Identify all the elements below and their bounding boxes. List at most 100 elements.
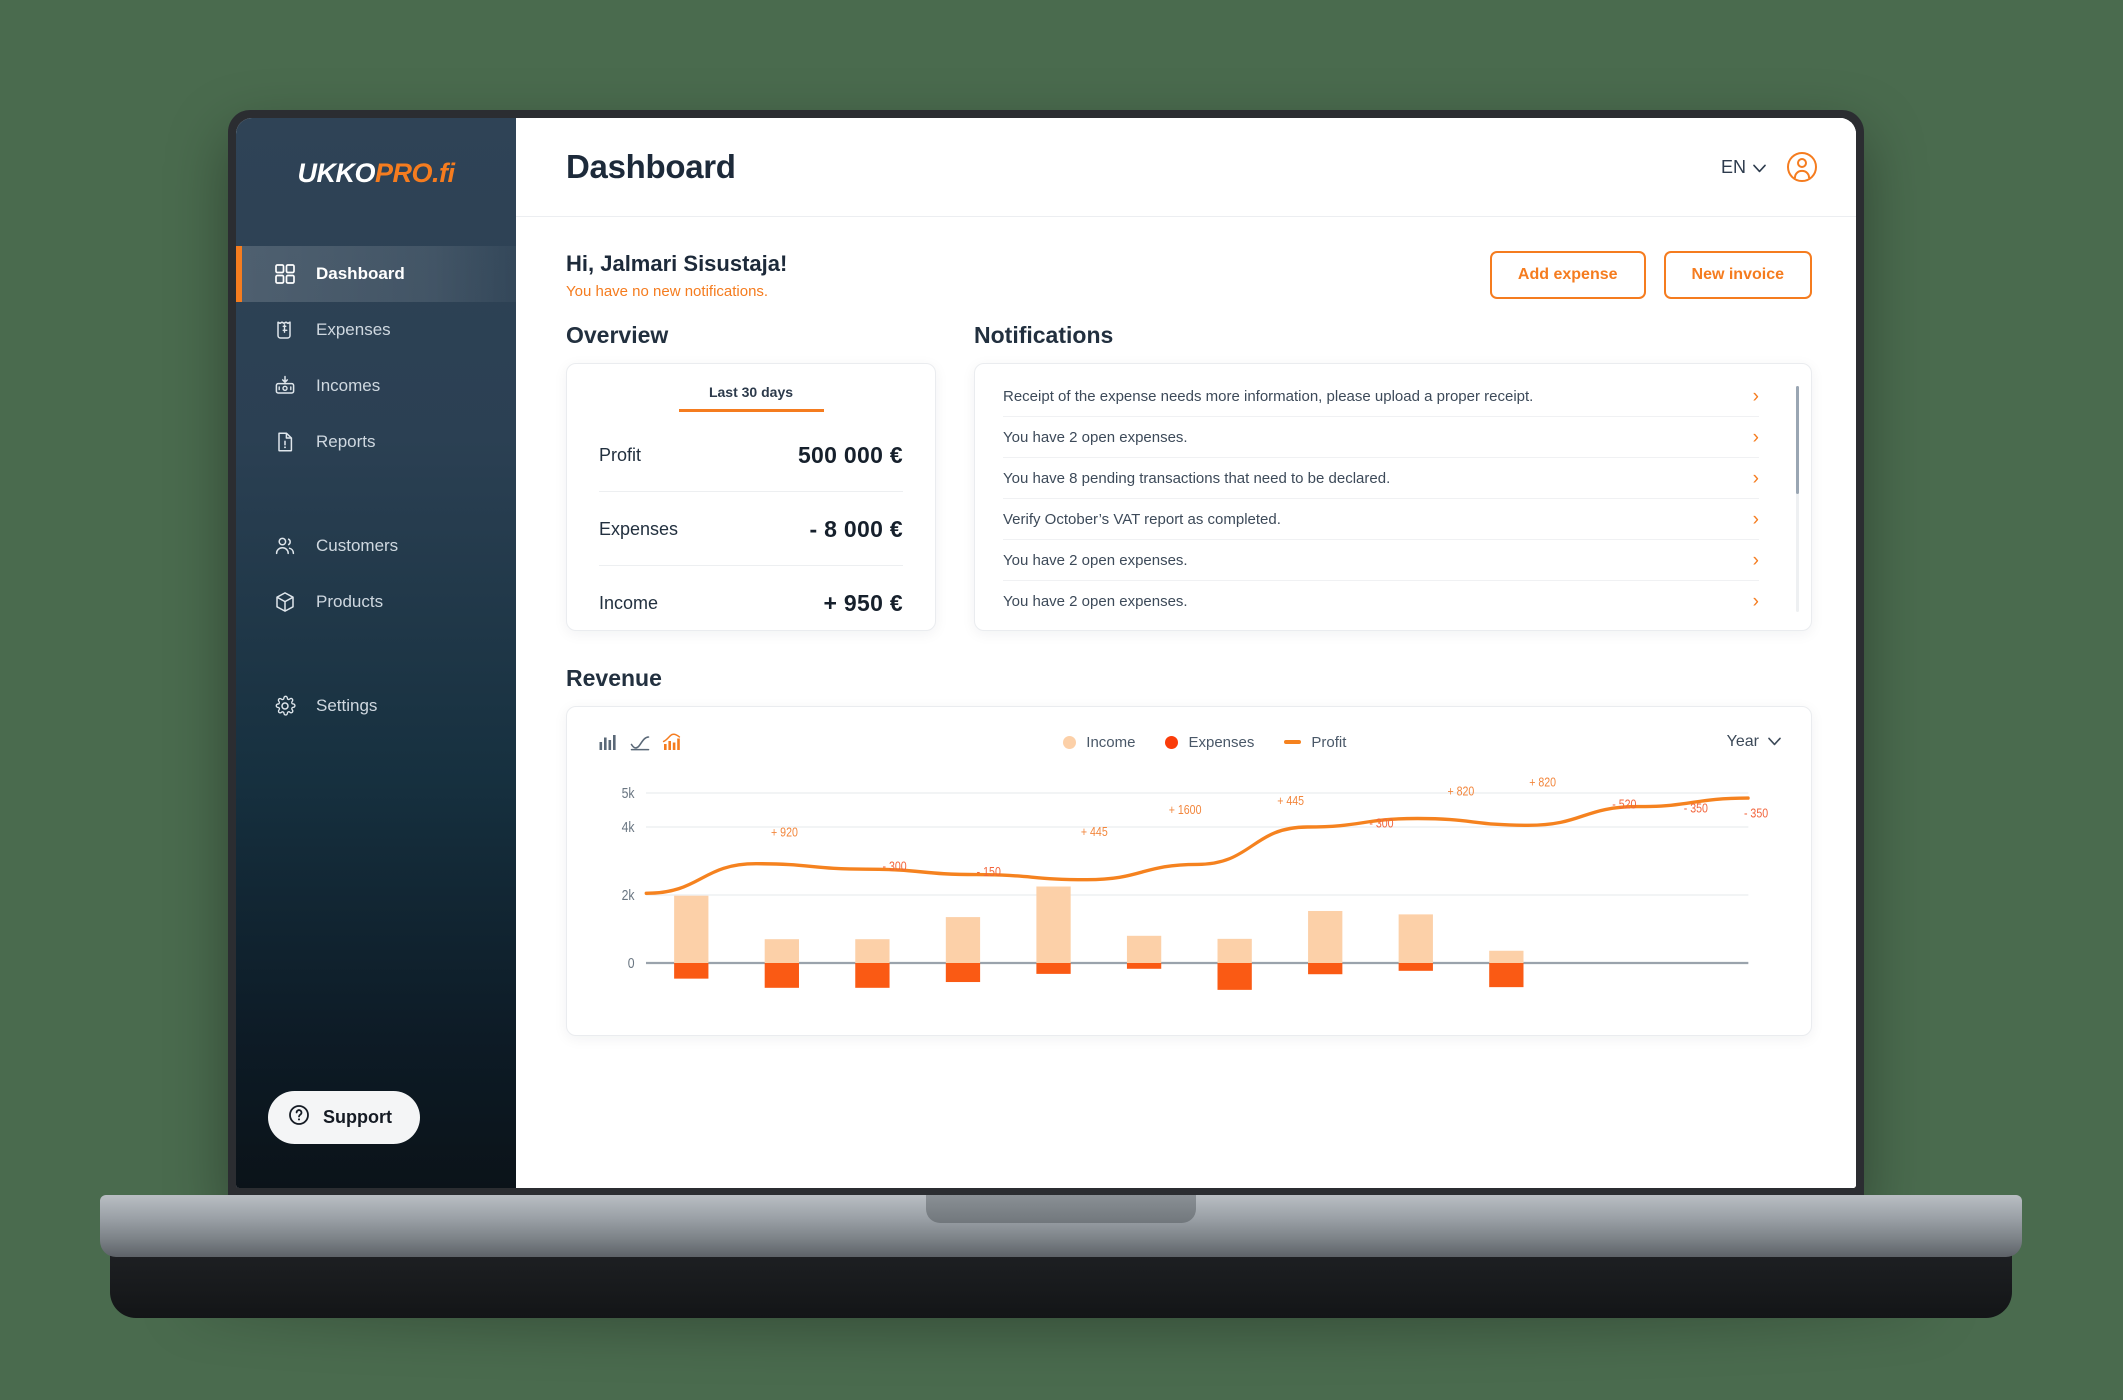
top-bar: Dashboard EN — [516, 118, 1856, 217]
support-button-label: Support — [323, 1107, 392, 1127]
chart-bar-income — [1126, 935, 1162, 963]
chart-bar-expenses — [1036, 963, 1071, 974]
laptop-screen-frame: UKKO PRO.fi Dashboard Expenses Incomes R… — [228, 110, 1864, 1202]
main-area: Dashboard EN Hi, Jalmari Sisustaja! You … — [516, 118, 1856, 1188]
chart-bar-income — [855, 939, 890, 963]
sidebar-item-expenses[interactable]: Expenses — [236, 302, 516, 358]
chart-y-tick-label: 0 — [628, 955, 635, 971]
overview-row-income: Income + 950 € — [599, 566, 903, 621]
notification-item[interactable]: Receipt of the expense needs more inform… — [1003, 376, 1759, 417]
laptop-bezel: UKKO PRO.fi Dashboard Expenses Incomes R… — [236, 118, 1856, 1188]
chart-bar-income — [1489, 950, 1524, 963]
legend-item-profit[interactable]: Profit — [1284, 734, 1346, 751]
notifications-list: Receipt of the expense needs more inform… — [1003, 376, 1785, 618]
overview-column: Overview Last 30 days Profit 500 000 € E… — [566, 322, 936, 631]
sidebar-footer: Support — [236, 1091, 516, 1188]
growth-chart-icon[interactable] — [661, 731, 683, 753]
users-icon — [274, 535, 296, 557]
sidebar-item-settings[interactable]: Settings — [236, 678, 516, 734]
notification-item[interactable]: You have 2 open expenses. › — [1003, 581, 1759, 621]
laptop-base-notch — [926, 1195, 1196, 1223]
chart-point-label: + 820 — [1448, 783, 1475, 798]
overview-row-label: Income — [599, 593, 659, 613]
chart-y-tick-label: 2k — [622, 887, 635, 903]
chart-point-label: + 1600 — [1169, 802, 1202, 817]
sidebar-item-label: Reports — [316, 432, 376, 451]
language-selector[interactable]: EN — [1721, 157, 1766, 178]
brand-logo[interactable]: UKKO PRO.fi — [236, 118, 516, 228]
greeting-notification-status: You have no new notifications. — [566, 283, 769, 300]
legend-label: Profit — [1311, 733, 1347, 751]
chart-type-toggle-group — [597, 731, 683, 753]
sidebar-item-reports[interactable]: Reports — [236, 414, 516, 470]
sidebar-item-label: Settings — [316, 696, 378, 715]
notification-text: You have 2 open expenses. — [1003, 428, 1188, 446]
notification-text: You have 2 open expenses. — [1003, 551, 1188, 569]
period-selector[interactable]: Year — [1727, 733, 1781, 751]
legend-item-income[interactable]: Income — [1063, 734, 1135, 751]
sidebar-item-label: Dashboard — [316, 264, 405, 283]
top-bar-actions: EN — [1721, 151, 1818, 183]
language-selector-label: EN — [1720, 156, 1746, 177]
chart-point-label: + 445 — [1277, 793, 1304, 808]
sidebar-divider-space — [236, 470, 516, 518]
chart-point-label: - 150 — [977, 864, 1002, 879]
notification-item[interactable]: You have 2 open expenses. › — [1003, 417, 1759, 458]
add-expense-button[interactable]: Add expense — [1489, 251, 1646, 299]
notifications-card: Receipt of the expense needs more inform… — [974, 363, 1812, 631]
notification-text: Verify October’s VAT report as completed… — [1003, 510, 1281, 528]
user-circle-icon[interactable] — [1786, 151, 1818, 183]
notification-item[interactable]: Verify October’s VAT report as completed… — [1003, 499, 1759, 540]
chart-point-label: - 520 — [1612, 796, 1637, 811]
gear-icon — [274, 695, 296, 717]
notification-item[interactable]: You have 8 pending transactions that nee… — [1003, 458, 1759, 499]
chart-point-label: - 300 — [882, 859, 907, 874]
overview-notifications-row: Overview Last 30 days Profit 500 000 € E… — [566, 322, 1812, 631]
revenue-toolbar: Income Expenses Profit Year — [597, 731, 1781, 753]
support-button[interactable]: Support — [268, 1091, 420, 1144]
sidebar-item-products[interactable]: Products — [236, 574, 516, 630]
chart-bar-expenses — [674, 963, 709, 979]
line-chart-icon[interactable] — [629, 731, 651, 753]
content-scroll-area: Hi, Jalmari Sisustaja! You have no new n… — [516, 217, 1856, 1188]
chart-point-label: - 300 — [1369, 816, 1394, 831]
overview-row-expenses: Expenses - 8 000 € — [599, 492, 903, 566]
notification-item[interactable]: You have 2 open expenses. › — [1003, 540, 1759, 581]
notifications-scrollbar[interactable] — [1796, 386, 1799, 612]
chevron-right-icon: › — [1752, 590, 1759, 612]
notifications-scrollbar-thumb[interactable] — [1796, 386, 1799, 495]
greeting-name: Hi, Jalmari Sisustaja! — [566, 251, 788, 276]
revenue-title: Revenue — [566, 665, 662, 691]
period-selector-label: Year — [1726, 733, 1759, 750]
new-invoice-button[interactable]: New invoice — [1663, 251, 1812, 299]
screenshot-stage: UKKO PRO.fi Dashboard Expenses Incomes R… — [0, 0, 2123, 1400]
receipt-dollar-icon — [274, 319, 296, 341]
overview-period-tab[interactable]: Last 30 days — [678, 384, 824, 412]
chart-bar-expenses — [1308, 963, 1343, 975]
bar-chart-icon[interactable] — [597, 731, 619, 753]
chevron-right-icon: › — [1752, 467, 1759, 489]
overview-row-value: - 8 000 € — [809, 516, 903, 542]
overview-row-label: Expenses — [599, 519, 679, 539]
legend-label: Expenses — [1188, 733, 1255, 751]
chart-bar-expenses — [1398, 963, 1433, 971]
chart-bar-expenses — [764, 963, 799, 988]
legend-item-expenses[interactable]: Expenses — [1165, 734, 1254, 751]
sidebar: UKKO PRO.fi Dashboard Expenses Incomes R… — [236, 118, 516, 1188]
sidebar-item-label: Expenses — [316, 320, 391, 339]
chart-point-label: - 350 — [1684, 800, 1709, 815]
legend-swatch-expenses — [1165, 735, 1179, 749]
notification-text: You have 8 pending transactions that nee… — [1003, 469, 1391, 487]
sidebar-item-incomes[interactable]: Incomes — [236, 358, 516, 414]
chart-bar-income — [1308, 910, 1343, 963]
laptop-bottom-body — [110, 1250, 2012, 1318]
revenue-chart: 0 2k 4k 5k + 920 - 300 - 150 + 445 + 1600 + 445 - … — [597, 771, 1781, 1021]
sidebar-item-dashboard[interactable]: Dashboard — [236, 246, 516, 302]
chevron-right-icon: › — [1752, 549, 1759, 571]
chart-y-tick-label: 5k — [622, 785, 635, 801]
chart-bar-expenses — [1217, 963, 1252, 990]
chart-legend: Income Expenses Profit — [1063, 734, 1346, 751]
sidebar-item-label: Products — [316, 592, 384, 611]
sidebar-item-customers[interactable]: Customers — [236, 518, 516, 574]
sidebar-divider-space-2 — [236, 630, 516, 678]
